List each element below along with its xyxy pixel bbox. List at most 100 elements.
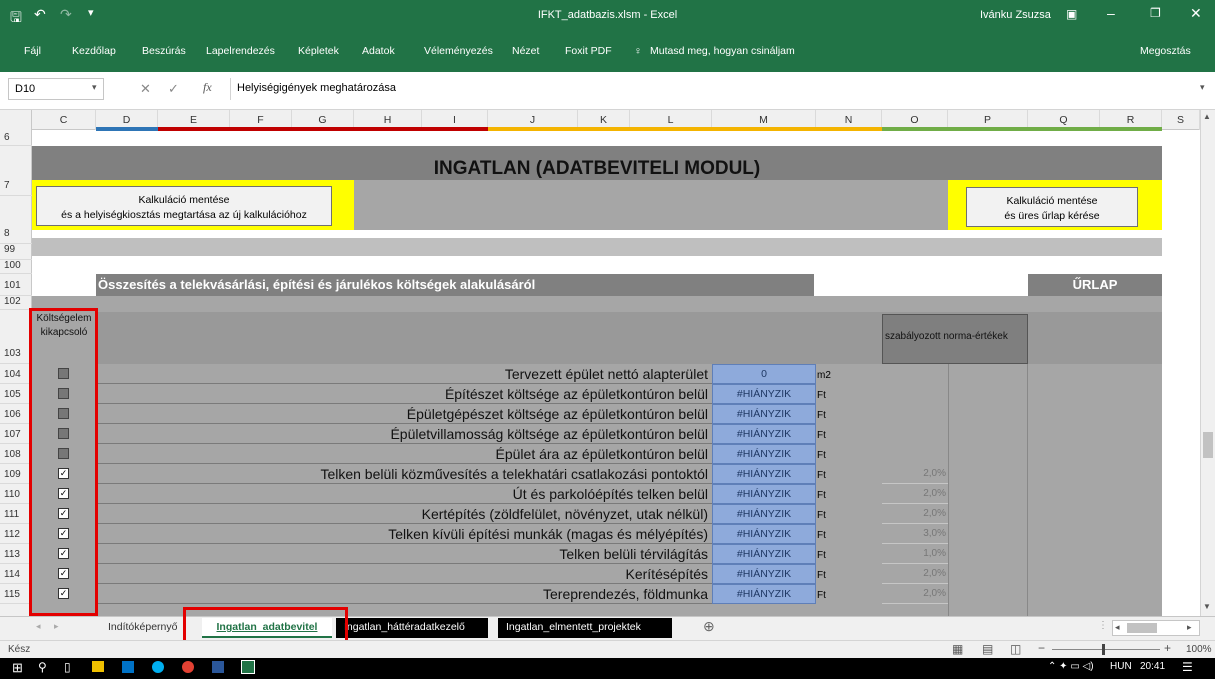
- toggle-checkbox[interactable]: [58, 368, 69, 379]
- skype-icon[interactable]: [152, 661, 164, 673]
- toggle-checkbox[interactable]: ✓: [58, 508, 69, 519]
- search-icon[interactable]: ⚲: [38, 660, 47, 674]
- cost-value[interactable]: #HIÁNYZIK: [712, 464, 816, 484]
- cost-value[interactable]: #HIÁNYZIK: [712, 584, 816, 604]
- zoom-slider[interactable]: [1052, 649, 1160, 650]
- row-header[interactable]: 114: [0, 564, 32, 584]
- row-header[interactable]: 109: [0, 464, 32, 484]
- row-header-6[interactable]: 6: [0, 132, 32, 146]
- tab-formulas[interactable]: Képletek: [298, 45, 339, 57]
- tell-me-search[interactable]: Mutasd meg, hogyan csináljam: [650, 45, 795, 57]
- page-layout-view-icon[interactable]: ▤: [982, 642, 993, 656]
- action-center-icon[interactable]: ☰: [1182, 660, 1193, 674]
- cost-value[interactable]: #HIÁNYZIK: [712, 564, 816, 584]
- zoom-level[interactable]: 100%: [1186, 644, 1212, 655]
- cost-value[interactable]: #HIÁNYZIK: [712, 504, 816, 524]
- tab-ingatlan-hatteradatkezelo[interactable]: Ingatlan_háttéradatkezelő: [336, 618, 488, 638]
- close-icon[interactable]: ✕: [1190, 5, 1202, 22]
- toggle-checkbox[interactable]: ✓: [58, 568, 69, 579]
- zoom-in-icon[interactable]: +: [1164, 641, 1171, 655]
- minimize-icon[interactable]: –: [1107, 5, 1115, 21]
- formula-input[interactable]: Helyiségigények meghatározása: [230, 78, 1210, 100]
- add-sheet-icon[interactable]: ⊕: [703, 618, 715, 635]
- scroll-up-icon[interactable]: ▲: [1203, 112, 1211, 121]
- toggle-checkbox[interactable]: [58, 388, 69, 399]
- cost-value[interactable]: #HIÁNYZIK: [712, 384, 816, 404]
- tab-home[interactable]: Kezdőlap: [72, 45, 116, 57]
- row-header[interactable]: 106: [0, 404, 32, 424]
- task-view-icon[interactable]: ▯: [64, 660, 71, 674]
- toggle-checkbox[interactable]: ✓: [58, 588, 69, 599]
- share-button[interactable]: Megosztás: [1140, 45, 1191, 57]
- save-new-button[interactable]: Kalkuláció mentése és üres űrlap kérése: [966, 187, 1138, 227]
- user-name[interactable]: Ivánku Zsuzsa: [980, 9, 1051, 21]
- hscroll-right-icon[interactable]: ▸: [1187, 622, 1192, 633]
- save-keep-button[interactable]: Kalkuláció mentése és a helyiségkiosztás…: [36, 186, 332, 226]
- vertical-scroll-thumb[interactable]: [1203, 432, 1213, 458]
- system-tray-icons[interactable]: ⌃ ✦ ▭ ◁): [1048, 661, 1094, 672]
- tab-ingatlan-elmentett-projektek[interactable]: Ingatlan_elmentett_projektek: [498, 618, 672, 638]
- row-header-7[interactable]: 7: [0, 146, 32, 196]
- tab-scroll-left-icon[interactable]: ◂: [36, 621, 41, 632]
- row-header[interactable]: 110: [0, 484, 32, 504]
- select-all-corner[interactable]: [0, 110, 32, 130]
- row-header[interactable]: 111: [0, 504, 32, 524]
- vertical-scrollbar[interactable]: [1200, 110, 1215, 616]
- excel-icon[interactable]: [241, 660, 255, 674]
- toggle-checkbox[interactable]: [58, 448, 69, 459]
- row-header[interactable]: 107: [0, 424, 32, 444]
- word-icon[interactable]: [212, 661, 224, 673]
- tab-foxit-pdf[interactable]: Foxit PDF: [565, 45, 612, 57]
- row-header-102[interactable]: 102: [0, 296, 32, 310]
- zoom-slider-thumb[interactable]: [1102, 644, 1105, 655]
- cost-value[interactable]: 0: [712, 364, 816, 384]
- expand-formula-icon[interactable]: ▾: [1200, 82, 1205, 93]
- row-header[interactable]: 113: [0, 544, 32, 564]
- toggle-checkbox[interactable]: ✓: [58, 488, 69, 499]
- chrome-icon[interactable]: [182, 661, 194, 673]
- file-explorer-icon[interactable]: [92, 661, 104, 672]
- ribbon-display-icon[interactable]: ▣: [1066, 7, 1077, 21]
- tab-data[interactable]: Adatok: [362, 45, 395, 57]
- toggle-checkbox[interactable]: [58, 408, 69, 419]
- insert-function-icon[interactable]: fx: [203, 80, 212, 95]
- col-header-c[interactable]: C: [32, 110, 96, 130]
- tab-page-layout[interactable]: Lapelrendezés: [206, 45, 275, 57]
- horizontal-scrollbar[interactable]: ◂ ▸: [1112, 620, 1200, 636]
- tab-view[interactable]: Nézet: [512, 45, 539, 57]
- hscroll-left-icon[interactable]: ◂: [1115, 622, 1120, 633]
- tab-file[interactable]: Fájl: [24, 45, 41, 57]
- row-header-8[interactable]: 8: [0, 196, 32, 244]
- enter-icon[interactable]: ✓: [168, 81, 179, 97]
- namebox-dropdown-icon[interactable]: ▾: [92, 82, 97, 93]
- toggle-checkbox[interactable]: ✓: [58, 528, 69, 539]
- name-box[interactable]: D10: [8, 78, 104, 100]
- zoom-out-icon[interactable]: −: [1038, 641, 1045, 655]
- tab-insert[interactable]: Beszúrás: [142, 45, 186, 57]
- row-header-101[interactable]: 101: [0, 274, 32, 296]
- cancel-icon[interactable]: ✕: [140, 81, 151, 97]
- cost-value[interactable]: #HIÁNYZIK: [712, 404, 816, 424]
- scroll-down-icon[interactable]: ▼: [1203, 602, 1211, 611]
- row-header-100[interactable]: 100: [0, 260, 32, 274]
- row-header[interactable]: 108: [0, 444, 32, 464]
- row-header-103[interactable]: 103: [0, 310, 32, 364]
- cost-value[interactable]: #HIÁNYZIK: [712, 484, 816, 504]
- tab-review[interactable]: Véleményezés: [424, 45, 493, 57]
- language-indicator[interactable]: HUN: [1110, 661, 1132, 672]
- tab-inditokepernyo[interactable]: Indítóképernyő: [100, 618, 198, 638]
- tab-ingatlan-adatbevitel[interactable]: Ingatlan_adatbevitel: [202, 618, 332, 638]
- hscroll-thumb[interactable]: [1127, 623, 1157, 633]
- cost-value[interactable]: #HIÁNYZIK: [712, 444, 816, 464]
- toggle-checkbox[interactable]: ✓: [58, 548, 69, 559]
- row-header[interactable]: 115: [0, 584, 32, 604]
- row-header[interactable]: 104: [0, 364, 32, 384]
- row-header-99[interactable]: 99: [0, 244, 32, 260]
- cost-value[interactable]: #HIÁNYZIK: [712, 524, 816, 544]
- col-header-s[interactable]: S: [1162, 110, 1200, 130]
- toggle-checkbox[interactable]: ✓: [58, 468, 69, 479]
- outlook-icon[interactable]: [122, 661, 134, 673]
- clock[interactable]: 20:41: [1140, 661, 1165, 672]
- toggle-checkbox[interactable]: [58, 428, 69, 439]
- row-header[interactable]: 105: [0, 384, 32, 404]
